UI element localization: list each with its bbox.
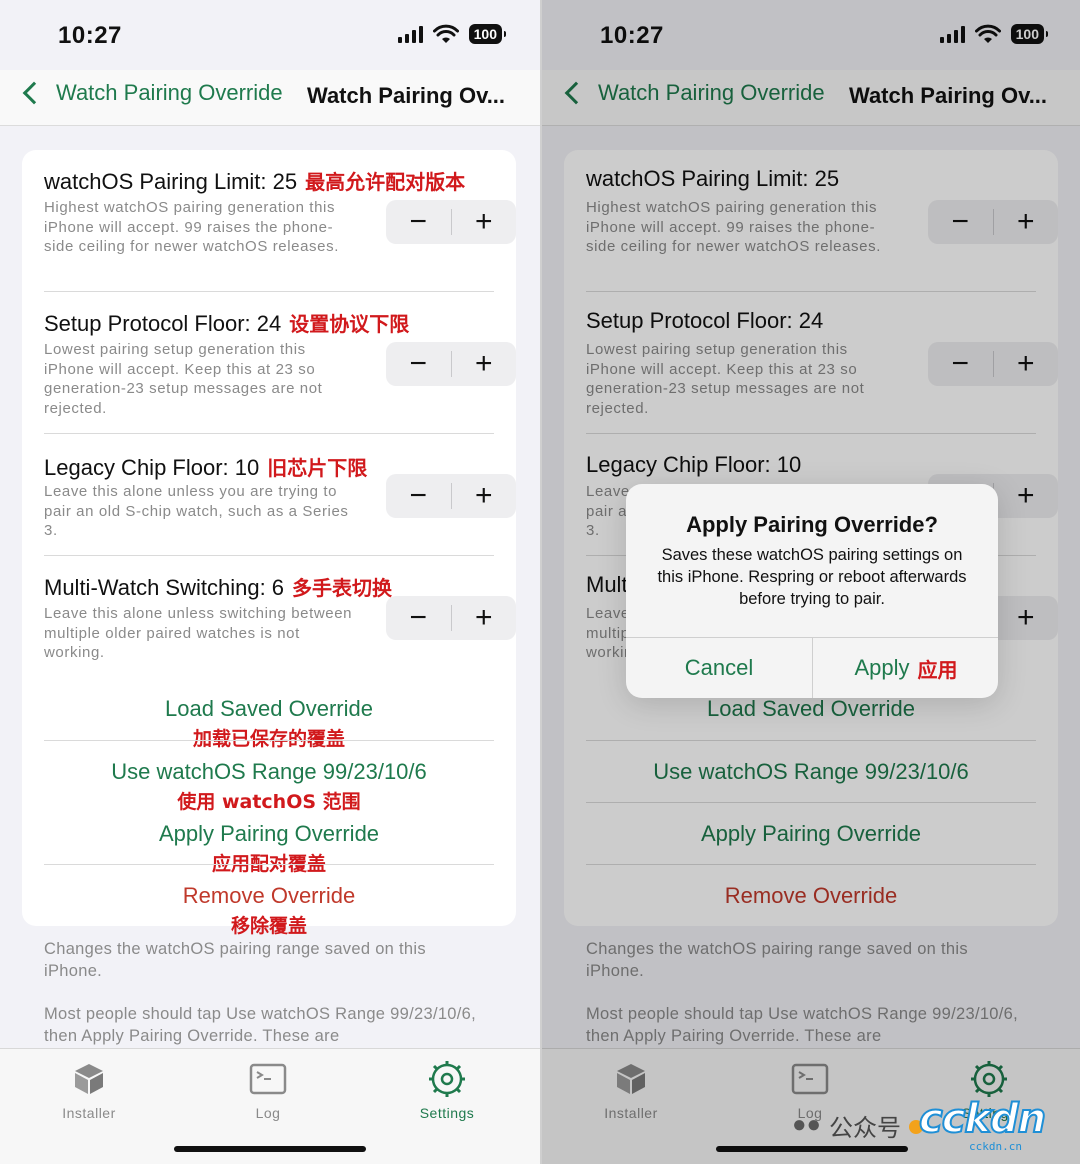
annotation-cn: 旧芯片下限 [267, 456, 368, 480]
annotation-cn: 最高允许配对版本 [305, 170, 466, 194]
status-icons: 100 [397, 24, 507, 44]
alert-apply-label: Apply [854, 655, 910, 680]
increment-button[interactable]: + [452, 200, 517, 244]
page-title: Watch Pairing Ov... [307, 83, 506, 108]
alert-apply-button[interactable]: Apply 应用 [813, 638, 998, 698]
footer-text: Changes the watchOS pairing range saved … [44, 940, 426, 980]
logo-domain: cckdn.cn [969, 1140, 1022, 1153]
setting-title-text: watchOS Pairing Limit: 25 [44, 169, 298, 194]
box-icon [39, 1059, 139, 1099]
tab-label: Settings [419, 1105, 475, 1121]
setting-title-text: Legacy Chip Floor: 10 [44, 455, 260, 480]
setting-title: Setup Protocol Floor: 24 设置协议下限 [44, 308, 409, 337]
setting-row-legacy-chip: Legacy Chip Floor: 10 旧芯片下限 Leave this al… [44, 434, 516, 556]
setting-description: Highest watchOS pairing generation this … [44, 199, 339, 255]
watermark-text: 公众号 [829, 1113, 901, 1142]
annotation-cn: 移除覆盖 [230, 915, 307, 937]
alert-message: Saves these watchOS pairing settings on … [657, 546, 967, 608]
use-watchos-range-button[interactable]: Use watchOS Range 99/23/10/6 使用 watchOS … [44, 759, 494, 814]
navigation-bar: Watch Pairing Override Watch Pairing Ov.… [0, 70, 540, 126]
chevron-left-icon [22, 81, 46, 105]
annotation-cn: 使用 watchOS 范围 [177, 791, 361, 813]
alert-cancel-button[interactable]: Cancel [626, 638, 812, 698]
increment-button[interactable]: + [452, 474, 517, 518]
decrement-button[interactable]: − [386, 596, 451, 640]
tab-label: Log [255, 1105, 281, 1121]
wechat-icon: ●● [792, 1111, 821, 1138]
wifi-icon [432, 24, 459, 44]
legacy-chip-stepper[interactable]: − + [386, 474, 516, 518]
back-button-label: Watch Pairing Override [56, 80, 283, 105]
logo-text: cckdn [918, 1095, 1047, 1143]
annotation-cn: 设置协议下限 [289, 312, 410, 336]
tab-label: Installer [62, 1105, 116, 1121]
setting-description: Lowest pairing setup generation this iPh… [44, 341, 323, 417]
action-divider [44, 740, 494, 741]
remove-override-button[interactable]: Remove Override 移除覆盖 [44, 883, 494, 938]
apply-override-alert: Apply Pairing Override? Saves these watc… [626, 484, 998, 698]
increment-button[interactable]: + [452, 596, 517, 640]
gear-icon [397, 1059, 497, 1099]
setting-description: Leave this alone unless switching betwee… [44, 605, 353, 661]
tab-settings[interactable]: Settings [397, 1059, 497, 1121]
setup-floor-stepper[interactable]: − + [386, 342, 516, 386]
tab-installer[interactable]: Installer [39, 1059, 139, 1121]
battery-icon: 100 [468, 24, 507, 44]
status-time: 10:27 [58, 22, 122, 49]
back-button[interactable]: Watch Pairing Override [20, 80, 283, 106]
annotation-cn: 加载已保存的覆盖 [192, 728, 345, 750]
setting-description: Leave this alone unless you are trying t… [44, 483, 349, 539]
annotation-cn: 应用配对覆盖 [211, 853, 326, 875]
cellular-signal-icon [397, 25, 423, 43]
action-label: Remove Override [182, 883, 356, 908]
decrement-button[interactable]: − [386, 342, 451, 386]
left-screenshot: 10:27 100 Watch Pairing Override Watch P… [0, 0, 540, 1164]
load-saved-override-button[interactable]: Load Saved Override 加载已保存的覆盖 [44, 696, 494, 751]
action-label: Load Saved Override [165, 696, 373, 721]
home-indicator [174, 1146, 366, 1152]
setting-title: Multi-Watch Switching: 6 多手表切换 [44, 572, 392, 601]
setting-row-multi-watch: Multi-Watch Switching: 6 多手表切换 Leave this… [44, 556, 516, 678]
apply-pairing-override-button[interactable]: Apply Pairing Override 应用配对覆盖 [44, 821, 494, 876]
status-bar: 10:27 100 [0, 0, 540, 70]
setting-title-text: Setup Protocol Floor: 24 [44, 311, 282, 336]
action-divider [44, 864, 494, 865]
tab-log[interactable]: Log [218, 1059, 318, 1121]
setting-row-pairing-limit: watchOS Pairing Limit: 25 最高允许配对版本 Highes… [44, 150, 516, 292]
decrement-button[interactable]: − [386, 474, 451, 518]
terminal-icon [218, 1059, 318, 1099]
setting-title: Legacy Chip Floor: 10 旧芯片下限 [44, 452, 367, 481]
decrement-button[interactable]: − [386, 200, 451, 244]
multi-watch-stepper[interactable]: − + [386, 596, 516, 640]
action-label: Use watchOS Range 99/23/10/6 [111, 759, 427, 784]
annotation-cn: 应用 [917, 657, 958, 682]
pairing-limit-stepper[interactable]: − + [386, 200, 516, 244]
setting-title: watchOS Pairing Limit: 25 最高允许配对版本 [44, 166, 465, 195]
annotation-cn: 多手表切换 [292, 576, 393, 600]
right-screenshot: 10:27 100 Watch Pairing Override Watch P… [542, 0, 1080, 1164]
settings-card: watchOS Pairing Limit: 25 最高允许配对版本 Highes… [22, 150, 516, 937]
increment-button[interactable]: + [452, 342, 517, 386]
footer-text: Most people should tap Use watchOS Range… [44, 1005, 477, 1045]
alert-title: Apply Pairing Override? [686, 512, 938, 537]
action-label: Apply Pairing Override [158, 821, 380, 846]
watermark-logo: cckdn cckdn.cn [909, 1090, 1059, 1160]
watermark: ●● 公众号 cckdn cckdn.cn [792, 1090, 1059, 1160]
setting-title-text: Multi-Watch Switching: 6 [44, 575, 285, 600]
setting-row-setup-floor: Setup Protocol Floor: 24 设置协议下限 Lowest pa… [44, 292, 516, 434]
